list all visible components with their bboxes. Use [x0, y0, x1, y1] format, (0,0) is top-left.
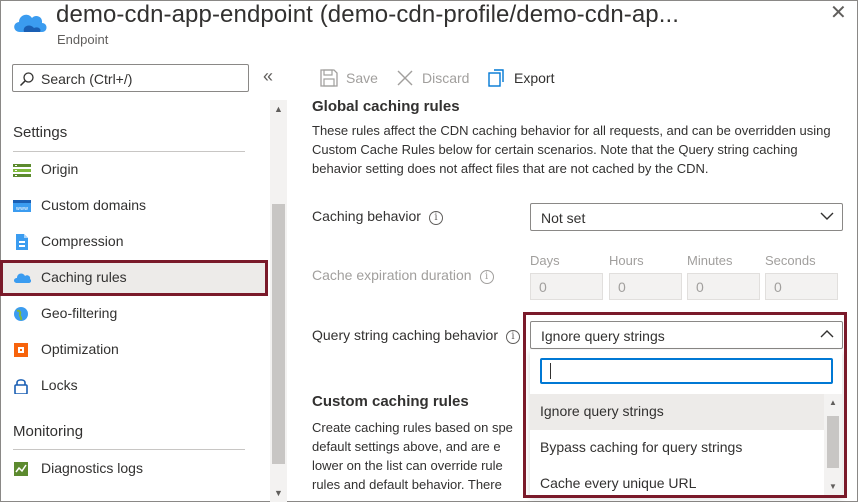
section-title-settings: Settings	[13, 124, 68, 141]
sidebar: Search (Ctrl+/) « Settings Origin www Cu…	[0, 56, 290, 502]
sidebar-item-custom-domains[interactable]: www Custom domains	[0, 188, 268, 224]
cdn-cloud-icon	[14, 14, 47, 32]
caching-behavior-label: Caching behavior i	[312, 208, 443, 225]
save-label: Save	[346, 70, 378, 86]
save-icon	[320, 69, 338, 87]
sidebar-item-label: Compression	[41, 233, 124, 249]
highlight-frame	[523, 312, 847, 498]
cache-expiration-label: Cache expiration duration i	[312, 267, 494, 284]
sidebar-item-label: Locks	[41, 377, 78, 393]
save-button[interactable]: Save	[318, 68, 378, 88]
sidebar-item-geo-filtering[interactable]: Geo-filtering	[0, 296, 268, 332]
sidebar-item-label: Origin	[41, 161, 79, 177]
section-divider	[13, 449, 245, 450]
sidebar-scrollbar[interactable]: ▲ ▼	[270, 100, 287, 502]
lock-icon	[14, 379, 28, 394]
geo-filtering-icon	[14, 307, 28, 321]
search-input[interactable]: Search (Ctrl+/)	[12, 64, 249, 92]
sidebar-item-label: Diagnostics logs	[41, 460, 143, 476]
days-input[interactable]: 0	[530, 273, 603, 300]
optimization-icon	[14, 343, 28, 357]
scroll-down-icon[interactable]: ▼	[274, 488, 283, 498]
sidebar-item-diagnostics-logs[interactable]: Diagnostics logs	[0, 451, 268, 487]
origin-icon	[13, 164, 31, 177]
info-icon[interactable]: i	[506, 330, 520, 344]
export-icon	[488, 69, 504, 87]
blade-header: demo-cdn-app-endpoint (demo-cdn-profile/…	[0, 0, 858, 56]
seconds-label: Seconds	[765, 253, 816, 268]
sidebar-item-label: Custom domains	[41, 197, 147, 213]
discard-button[interactable]: Discard	[394, 68, 474, 88]
cache-expiration-label-text: Cache expiration duration	[312, 267, 472, 283]
compression-icon	[16, 234, 28, 250]
days-label: Days	[530, 253, 560, 268]
svg-text:www: www	[16, 206, 28, 212]
sidebar-item-compression[interactable]: Compression	[0, 224, 268, 260]
chevron-down-icon	[820, 212, 834, 220]
export-button[interactable]: Export	[486, 68, 558, 88]
caching-behavior-dropdown[interactable]: Not set	[530, 203, 843, 231]
hours-input[interactable]: 0	[609, 273, 682, 300]
hours-label: Hours	[609, 253, 644, 268]
description-line: behavior setting does not affect files t…	[312, 161, 709, 176]
discard-label: Discard	[422, 70, 470, 86]
section-title-monitoring: Monitoring	[13, 423, 84, 440]
sidebar-item-optimization[interactable]: Optimization	[0, 332, 268, 368]
page-title: demo-cdn-app-endpoint (demo-cdn-profile/…	[56, 1, 680, 28]
close-icon	[397, 70, 413, 86]
sidebar-item-origin[interactable]: Origin	[0, 152, 268, 188]
info-icon[interactable]: i	[479, 270, 494, 284]
caching-behavior-label-text: Caching behavior	[312, 208, 421, 224]
search-icon	[19, 72, 34, 87]
global-caching-description: These rules affect the CDN caching behav…	[312, 121, 847, 178]
query-string-label: Query string caching behavior i	[312, 327, 520, 344]
dropdown-value: Not set	[541, 210, 586, 226]
sidebar-item-caching-rules[interactable]: Caching rules	[0, 260, 268, 296]
minutes-label: Minutes	[687, 253, 733, 268]
sidebar-item-label: Caching rules	[41, 269, 127, 285]
sidebar-item-label: Geo-filtering	[41, 305, 118, 321]
description-line: Custom Cache Rules below for certain sce…	[312, 142, 798, 157]
search-placeholder: Search (Ctrl+/)	[41, 71, 133, 87]
query-string-label-text: Query string caching behavior	[312, 327, 498, 343]
description-line: These rules affect the CDN caching behav…	[312, 123, 831, 138]
diagnostics-logs-icon	[14, 462, 28, 476]
global-caching-title: Global caching rules	[312, 98, 460, 115]
command-bar: Save Discard Export	[290, 56, 858, 96]
sidebar-item-locks[interactable]: Locks	[0, 368, 268, 404]
scrollbar-thumb[interactable]	[272, 204, 285, 464]
custom-domains-icon: www	[13, 200, 31, 212]
seconds-input[interactable]: 0	[765, 273, 838, 300]
minutes-input[interactable]: 0	[687, 273, 760, 300]
info-icon[interactable]: i	[428, 211, 443, 225]
scroll-up-icon[interactable]: ▲	[274, 104, 283, 114]
page-subtitle: Endpoint	[57, 32, 109, 47]
custom-caching-title: Custom caching rules	[312, 393, 469, 410]
export-label: Export	[514, 70, 555, 86]
close-icon[interactable]: ✕	[830, 3, 848, 23]
sidebar-item-label: Optimization	[41, 341, 119, 357]
caching-rules-icon	[14, 273, 31, 283]
collapse-sidebar-icon[interactable]: «	[263, 66, 273, 87]
